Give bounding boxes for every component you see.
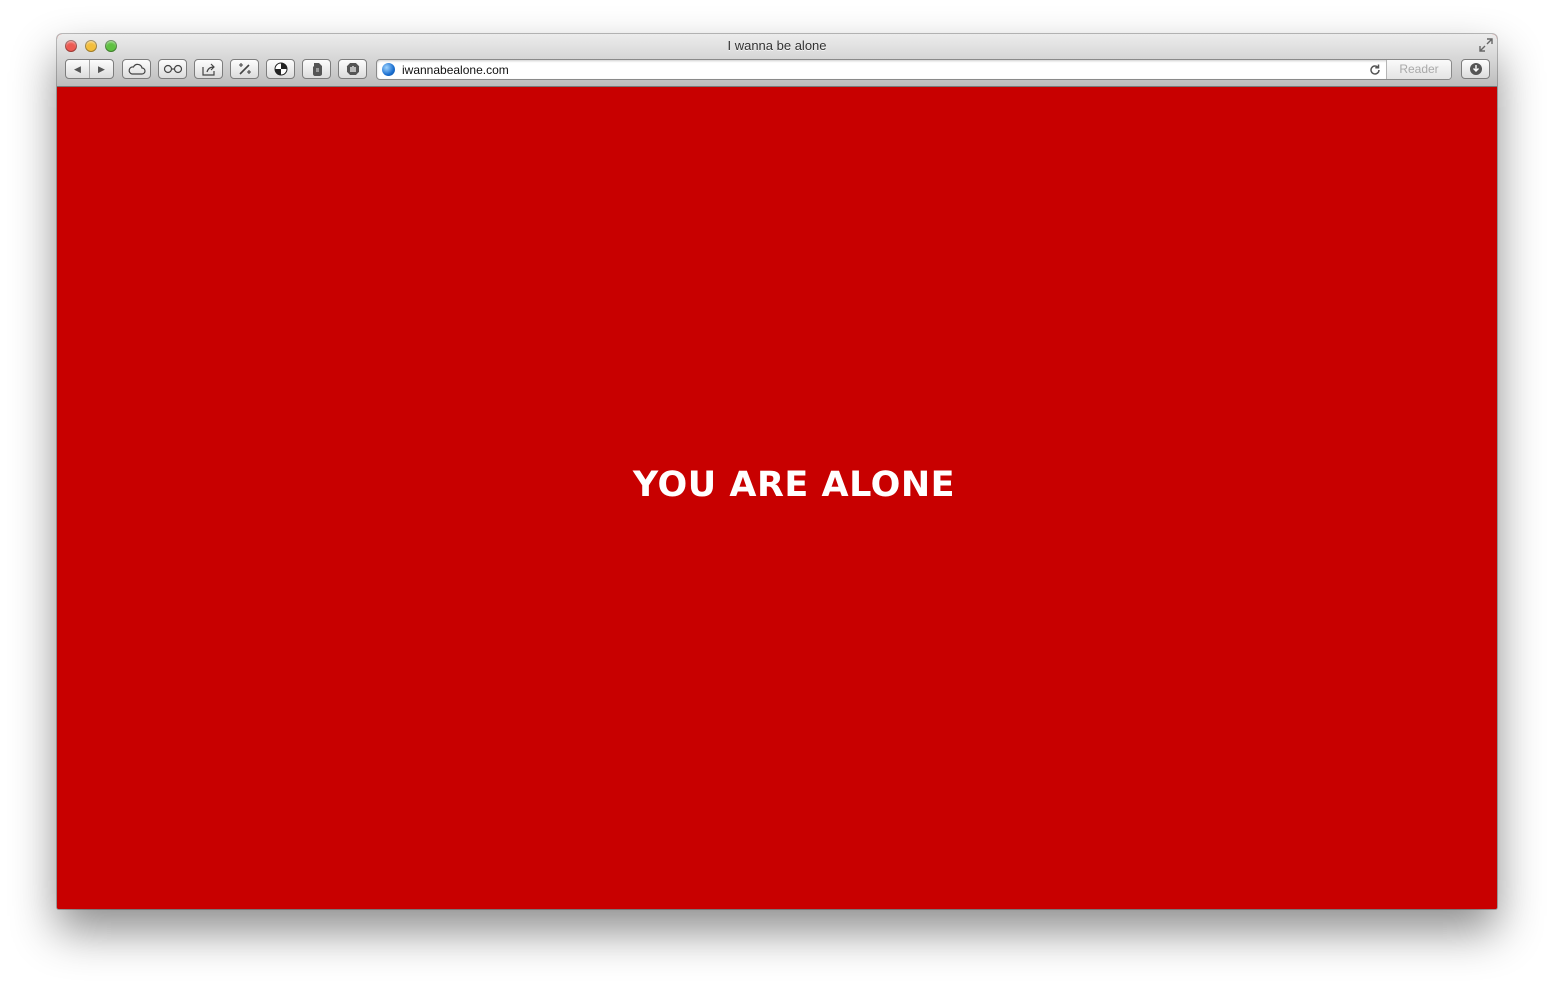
back-arrow-icon: ◀	[74, 63, 81, 74]
window-title: I wanna be alone	[727, 38, 827, 53]
expand-arrows-icon	[1479, 38, 1493, 52]
address-bar[interactable]: iwannabealone.com Reader	[376, 59, 1452, 80]
glasses-icon	[163, 64, 182, 74]
page-content: YOU ARE ALONE	[57, 87, 1497, 909]
back-forward-group: ◀ ▶	[65, 59, 114, 79]
extension-button-1[interactable]	[230, 59, 259, 79]
fullscreen-icon[interactable]	[1479, 38, 1493, 52]
browser-window: I wanna be alone ◀ ▶ iwannabealone.com R…	[57, 34, 1497, 909]
icloud-tabs-button[interactable]	[122, 59, 151, 79]
page-headline: YOU ARE ALONE	[632, 465, 956, 505]
reload-icon[interactable]	[1369, 61, 1381, 79]
browser-toolbar: I wanna be alone ◀ ▶ iwannabealone.com R…	[57, 34, 1497, 87]
crash-test-icon	[274, 62, 287, 76]
downloads-button[interactable]	[1461, 59, 1490, 79]
elephant-icon	[312, 63, 322, 76]
back-button[interactable]: ◀	[66, 60, 89, 78]
magic-wand-icon	[238, 63, 251, 75]
reader-button[interactable]: Reader	[1386, 60, 1451, 79]
reading-list-button[interactable]	[158, 59, 187, 79]
cloud-icon	[128, 63, 146, 75]
hand-stop-icon	[346, 63, 359, 75]
share-icon	[201, 63, 215, 76]
evernote-button[interactable]	[302, 59, 331, 79]
share-button[interactable]	[194, 59, 223, 79]
forward-button[interactable]: ▶	[89, 60, 113, 78]
adblock-button[interactable]	[338, 59, 367, 79]
extension-button-2[interactable]	[266, 59, 295, 79]
url-text[interactable]: iwannabealone.com	[402, 63, 509, 77]
download-icon	[1469, 63, 1482, 75]
forward-arrow-icon: ▶	[98, 63, 105, 74]
globe-icon	[382, 63, 395, 76]
